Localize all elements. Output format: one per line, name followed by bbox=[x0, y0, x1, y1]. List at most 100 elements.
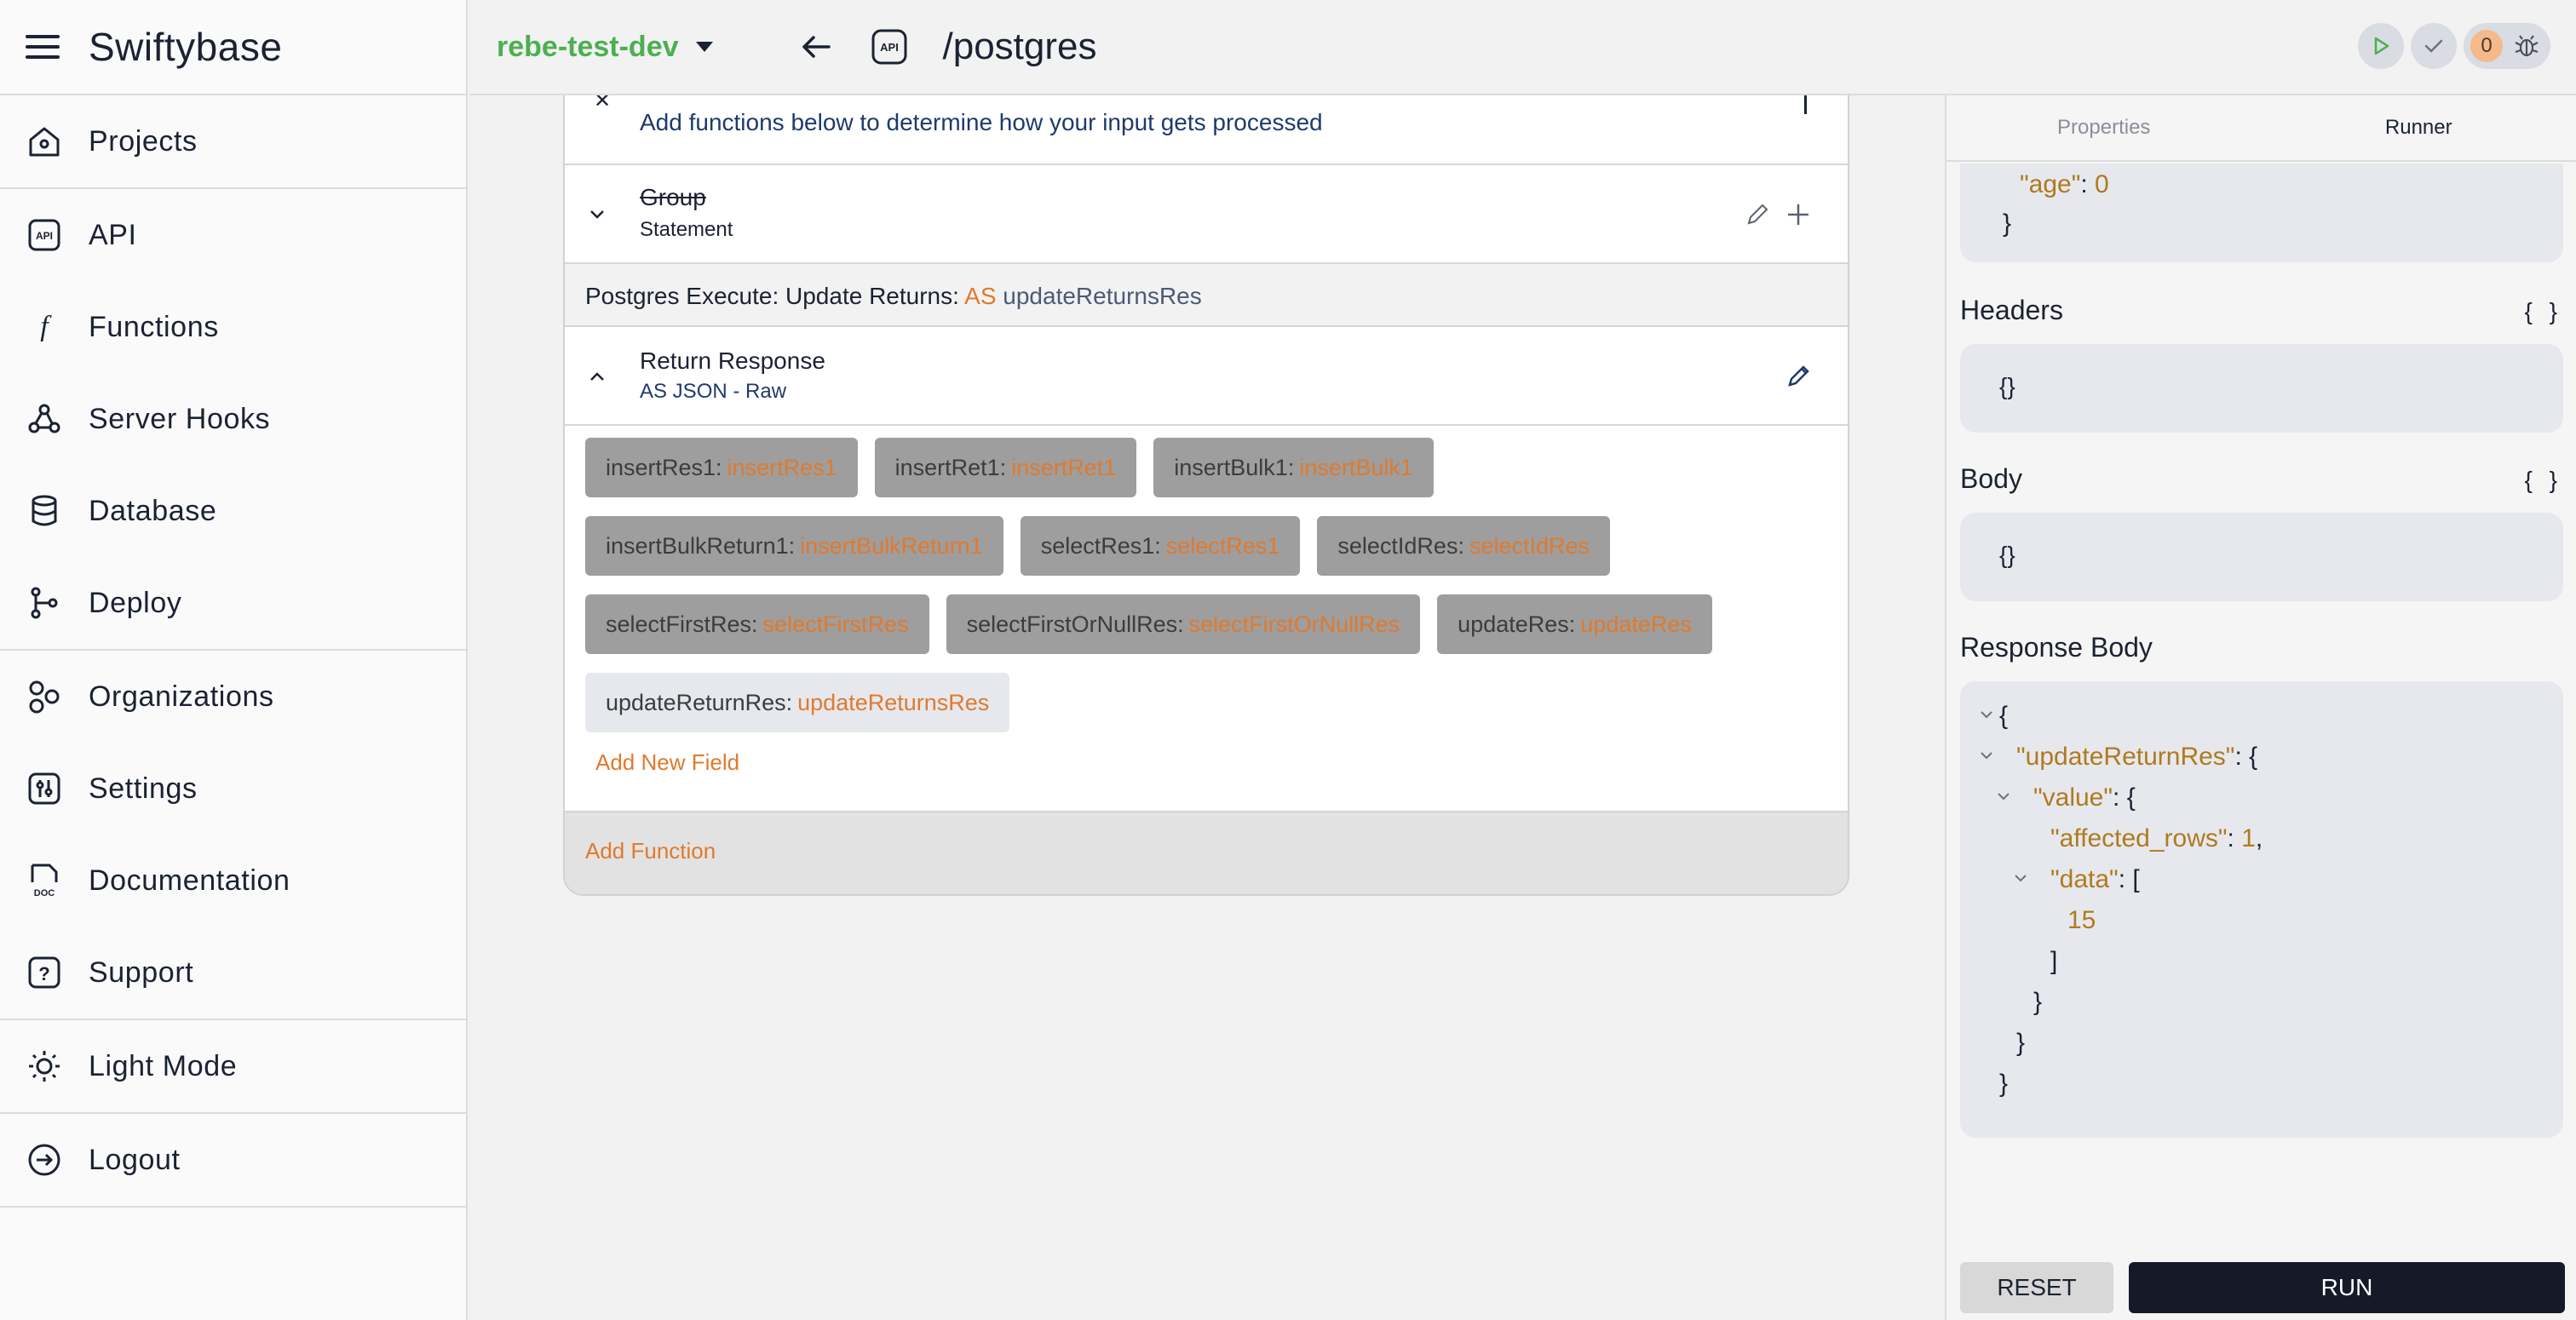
chevron-down-icon[interactable] bbox=[1977, 705, 1996, 724]
field-chip[interactable]: insertRet1: insertRet1 bbox=[874, 438, 1137, 497]
response-body-title: Response Body bbox=[1960, 632, 2153, 663]
field-chip[interactable]: selectIdRes: selectIdRes bbox=[1317, 516, 1611, 576]
sidebar-section-build: API API f Functions Server Hooks Databas… bbox=[0, 189, 466, 651]
tab-runner[interactable]: Runner bbox=[2262, 95, 2576, 160]
return-title: Return Response bbox=[640, 347, 825, 374]
chevron-down-icon[interactable] bbox=[2011, 869, 2030, 887]
json-line: } bbox=[2033, 988, 2043, 1016]
add-new-field-link[interactable]: Add New Field bbox=[595, 749, 739, 776]
brand-name: Swiftybase bbox=[89, 25, 283, 69]
braces-icon[interactable]: { } bbox=[2525, 298, 2562, 325]
validate-button[interactable] bbox=[2411, 23, 2457, 69]
chevron-down-icon[interactable] bbox=[1994, 787, 2013, 806]
sidebar-item-projects[interactable]: Projects bbox=[0, 95, 466, 187]
sidebar-item-organizations[interactable]: Organizations bbox=[0, 651, 466, 743]
sidebar-item-documentation[interactable]: DOC Documentation bbox=[0, 835, 466, 927]
sidebar-item-label: Functions bbox=[89, 310, 219, 343]
body-input[interactable]: {} bbox=[1960, 513, 2563, 601]
svg-text:?: ? bbox=[38, 963, 49, 984]
back-arrow-icon[interactable] bbox=[798, 28, 836, 66]
chevron-down-icon[interactable] bbox=[584, 201, 611, 228]
field-chip[interactable]: insertRes1: insertRes1 bbox=[585, 438, 858, 497]
add-function-row: Add Function bbox=[565, 811, 1848, 894]
sidebar-item-functions[interactable]: f Functions bbox=[0, 281, 466, 373]
chevron-up-icon[interactable] bbox=[584, 363, 611, 390]
collapse-icon[interactable]: ✕ bbox=[594, 95, 611, 113]
plus-icon[interactable] bbox=[1783, 199, 1814, 230]
sidebar-item-light-mode[interactable]: Light Mode bbox=[0, 1020, 466, 1112]
field-chip[interactable]: updateRes: updateRes bbox=[1437, 594, 1712, 654]
field-chip[interactable]: insertBulkReturn1: insertBulkReturn1 bbox=[585, 516, 1003, 576]
sidebar-item-server-hooks[interactable]: Server Hooks bbox=[0, 373, 466, 465]
sidebar-item-label: API bbox=[89, 218, 137, 251]
svg-text:DOC: DOC bbox=[34, 888, 55, 898]
chevron-down-icon[interactable] bbox=[1977, 746, 1996, 765]
doc-icon: DOC bbox=[26, 862, 63, 899]
group-subtitle: Statement bbox=[640, 218, 733, 241]
sidebar-section-theme: Light Mode bbox=[0, 1020, 466, 1114]
exec-as: AS bbox=[964, 283, 997, 309]
headers-value: {} bbox=[1999, 373, 2015, 399]
exec-row[interactable]: Postgres Execute: Update Returns: AS upd… bbox=[565, 264, 1848, 327]
json-line: { bbox=[1999, 702, 2009, 730]
sidebar-section-logout: Logout bbox=[0, 1114, 466, 1208]
runner-panel: Properties Runner "age": 0 } Headers { }… bbox=[1945, 95, 2576, 1320]
headers-input[interactable]: {} bbox=[1960, 344, 2563, 433]
project-selector[interactable]: rebe-test-dev bbox=[497, 31, 713, 64]
edit-icon[interactable] bbox=[1742, 199, 1773, 230]
svg-text:API: API bbox=[880, 41, 899, 54]
field-chip[interactable]: selectFirstOrNullRes: selectFirstOrNullRe… bbox=[946, 594, 1421, 654]
tab-properties[interactable]: Properties bbox=[1946, 95, 2262, 160]
more-indicator bbox=[1804, 95, 1807, 114]
field-chip-active[interactable]: updateReturnRes: updateReturnsRes bbox=[585, 673, 1010, 732]
api-icon: API bbox=[871, 29, 907, 65]
chip-row: selectFirstRes: selectFirstRes selectFirs… bbox=[585, 594, 1837, 654]
sidebar-item-label: Support bbox=[89, 956, 194, 989]
braces-icon[interactable]: { } bbox=[2525, 467, 2562, 494]
sidebar-item-api[interactable]: API API bbox=[0, 189, 466, 281]
edit-icon[interactable] bbox=[1783, 361, 1814, 392]
debug-group[interactable]: 0 bbox=[2464, 23, 2550, 69]
exec-prefix: Postgres Execute: Update Returns: bbox=[585, 283, 959, 309]
json-line: "updateReturnRes": { bbox=[2016, 743, 2258, 771]
reset-button[interactable]: RESET bbox=[1960, 1262, 2113, 1313]
field-chip[interactable]: selectRes1: selectRes1 bbox=[1020, 516, 1301, 576]
add-function-link[interactable]: Add Function bbox=[585, 838, 716, 864]
sidebar-item-settings[interactable]: Settings bbox=[0, 743, 466, 835]
sidebar-item-label: Projects bbox=[89, 124, 198, 158]
field-chip[interactable]: insertBulk1: insertBulk1 bbox=[1153, 438, 1434, 497]
menu-icon[interactable] bbox=[26, 35, 60, 59]
body-value: {} bbox=[1999, 542, 2015, 568]
svg-text:API: API bbox=[36, 230, 53, 242]
sidebar-item-support[interactable]: ? Support bbox=[0, 927, 466, 1019]
json-line: ] bbox=[2050, 947, 2058, 975]
group-row[interactable]: Group Statement bbox=[565, 165, 1848, 264]
sidebar-section-projects: Projects bbox=[0, 95, 466, 189]
sidebar-item-logout[interactable]: Logout bbox=[0, 1114, 466, 1206]
home-icon bbox=[26, 123, 63, 160]
exec-label: Postgres Execute: Update Returns: AS upd… bbox=[585, 283, 1202, 310]
function-editor: ✕ Add functions below to determine how y… bbox=[469, 95, 1945, 1320]
play-button[interactable] bbox=[2358, 23, 2404, 69]
webhook-icon bbox=[26, 400, 63, 438]
branch-icon bbox=[26, 584, 63, 622]
json-line: "value": { bbox=[2033, 783, 2136, 812]
chip-row: insertRes1: insertRes1 insertRet1: insertR… bbox=[585, 438, 1837, 497]
field-chip[interactable]: selectFirstRes: selectFirstRes bbox=[585, 594, 929, 654]
top-bar: rebe-test-dev API /postgres 0 bbox=[469, 0, 2576, 95]
sidebar-section-org: Organizations Settings DOC Documentation… bbox=[0, 651, 466, 1020]
sidebar-item-label: Deploy bbox=[89, 586, 182, 619]
json-line: "data": [ bbox=[2050, 865, 2140, 893]
sidebar-item-label: Settings bbox=[89, 772, 198, 805]
headers-title: Headers bbox=[1960, 295, 2063, 325]
params-box[interactable]: "age": 0 } bbox=[1960, 164, 2563, 262]
response-body-viewer: { "updateReturnRes": { "value": { "affec… bbox=[1960, 681, 2563, 1138]
return-row[interactable]: Return Response AS JSON - Raw bbox=[565, 327, 1848, 426]
caret-down-icon bbox=[695, 42, 713, 52]
play-icon bbox=[2374, 37, 2389, 55]
sidebar-item-label: Database bbox=[89, 494, 217, 527]
json-line: "affected_rows": 1, bbox=[2050, 824, 2263, 852]
sidebar-item-database[interactable]: Database bbox=[0, 465, 466, 557]
sidebar-item-deploy[interactable]: Deploy bbox=[0, 557, 466, 649]
run-button[interactable]: RUN bbox=[2129, 1262, 2565, 1313]
